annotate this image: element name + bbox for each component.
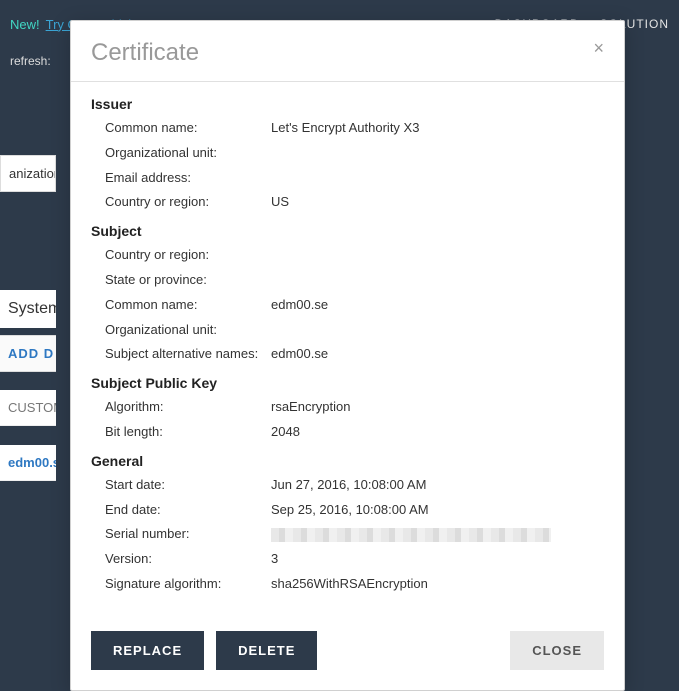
pubkey-bitlen-value: 2048 [271, 422, 604, 443]
issuer-country-row: Country or region: US [91, 192, 604, 213]
issuer-country-value: US [271, 192, 604, 213]
section-pubkey-title: Subject Public Key [91, 375, 604, 391]
general-sigalgo-label: Signature algorithm: [91, 574, 271, 595]
bg-system-heading: System [0, 290, 56, 328]
pubkey-algo-row: Algorithm: rsaEncryption [91, 397, 604, 418]
pubkey-algo-label: Algorithm: [91, 397, 271, 418]
general-serial-label: Serial number: [91, 524, 271, 545]
serial-redacted-bar [271, 528, 551, 542]
pubkey-algo-value: rsaEncryption [271, 397, 604, 418]
issuer-common-name-row: Common name: Let's Encrypt Authority X3 [91, 118, 604, 139]
subject-country-label: Country or region: [91, 245, 271, 266]
general-end-row: End date: Sep 25, 2016, 10:08:00 AM [91, 500, 604, 521]
new-badge: New! [10, 17, 40, 32]
subject-common-name-value: edm00.se [271, 295, 604, 316]
section-issuer-title: Issuer [91, 96, 604, 112]
issuer-org-unit-row: Organizational unit: [91, 143, 604, 164]
close-icon[interactable]: × [593, 39, 604, 57]
general-start-value: Jun 27, 2016, 10:08:00 AM [271, 475, 604, 496]
general-serial-row: Serial number: [91, 524, 604, 545]
modal-footer: REPLACE DELETE CLOSE [71, 617, 624, 690]
general-sigalgo-row: Signature algorithm: sha256WithRSAEncryp… [91, 574, 604, 595]
subject-common-name-row: Common name: edm00.se [91, 295, 604, 316]
modal-title: Certificate [91, 39, 199, 67]
certificate-modal: Certificate × Issuer Common name: Let's … [70, 20, 625, 691]
modal-body: Issuer Common name: Let's Encrypt Author… [71, 82, 624, 617]
general-sigalgo-value: sha256WithRSAEncryption [271, 574, 604, 595]
general-version-value: 3 [271, 549, 604, 570]
general-end-value: Sep 25, 2016, 10:08:00 AM [271, 500, 604, 521]
subject-common-name-label: Common name: [91, 295, 271, 316]
subject-org-unit-row: Organizational unit: [91, 320, 604, 341]
general-start-row: Start date: Jun 27, 2016, 10:08:00 AM [91, 475, 604, 496]
general-version-label: Version: [91, 549, 271, 570]
issuer-email-row: Email address: [91, 168, 604, 189]
subject-org-unit-value [271, 320, 604, 341]
subject-state-label: State or province: [91, 270, 271, 291]
section-general-title: General [91, 453, 604, 469]
bg-organizations: anizations [0, 155, 56, 192]
subject-country-row: Country or region: [91, 245, 604, 266]
general-serial-value [271, 524, 604, 545]
issuer-country-label: Country or region: [91, 192, 271, 213]
section-subject-title: Subject [91, 223, 604, 239]
subject-san-row: Subject alternative names: edm00.se [91, 344, 604, 365]
refresh-label: refresh: [10, 54, 51, 68]
issuer-common-name-label: Common name: [91, 118, 271, 139]
issuer-email-label: Email address: [91, 168, 271, 189]
subject-san-value: edm00.se [271, 344, 604, 365]
bg-add-tab[interactable]: ADD D [0, 335, 56, 372]
bg-custom-label: CUSTOM [0, 390, 56, 426]
issuer-email-value [271, 168, 604, 189]
pubkey-bitlen-label: Bit length: [91, 422, 271, 443]
subject-country-value [271, 245, 604, 266]
issuer-org-unit-label: Organizational unit: [91, 143, 271, 164]
general-version-row: Version: 3 [91, 549, 604, 570]
modal-header: Certificate × [71, 21, 624, 82]
general-start-label: Start date: [91, 475, 271, 496]
subject-org-unit-label: Organizational unit: [91, 320, 271, 341]
subject-san-label: Subject alternative names: [91, 344, 271, 365]
pubkey-bitlen-row: Bit length: 2048 [91, 422, 604, 443]
subject-state-row: State or province: [91, 270, 604, 291]
general-end-label: End date: [91, 500, 271, 521]
issuer-org-unit-value [271, 143, 604, 164]
issuer-common-name-value: Let's Encrypt Authority X3 [271, 118, 604, 139]
subject-state-value [271, 270, 604, 291]
bg-domain-link[interactable]: edm00.s [0, 445, 56, 481]
